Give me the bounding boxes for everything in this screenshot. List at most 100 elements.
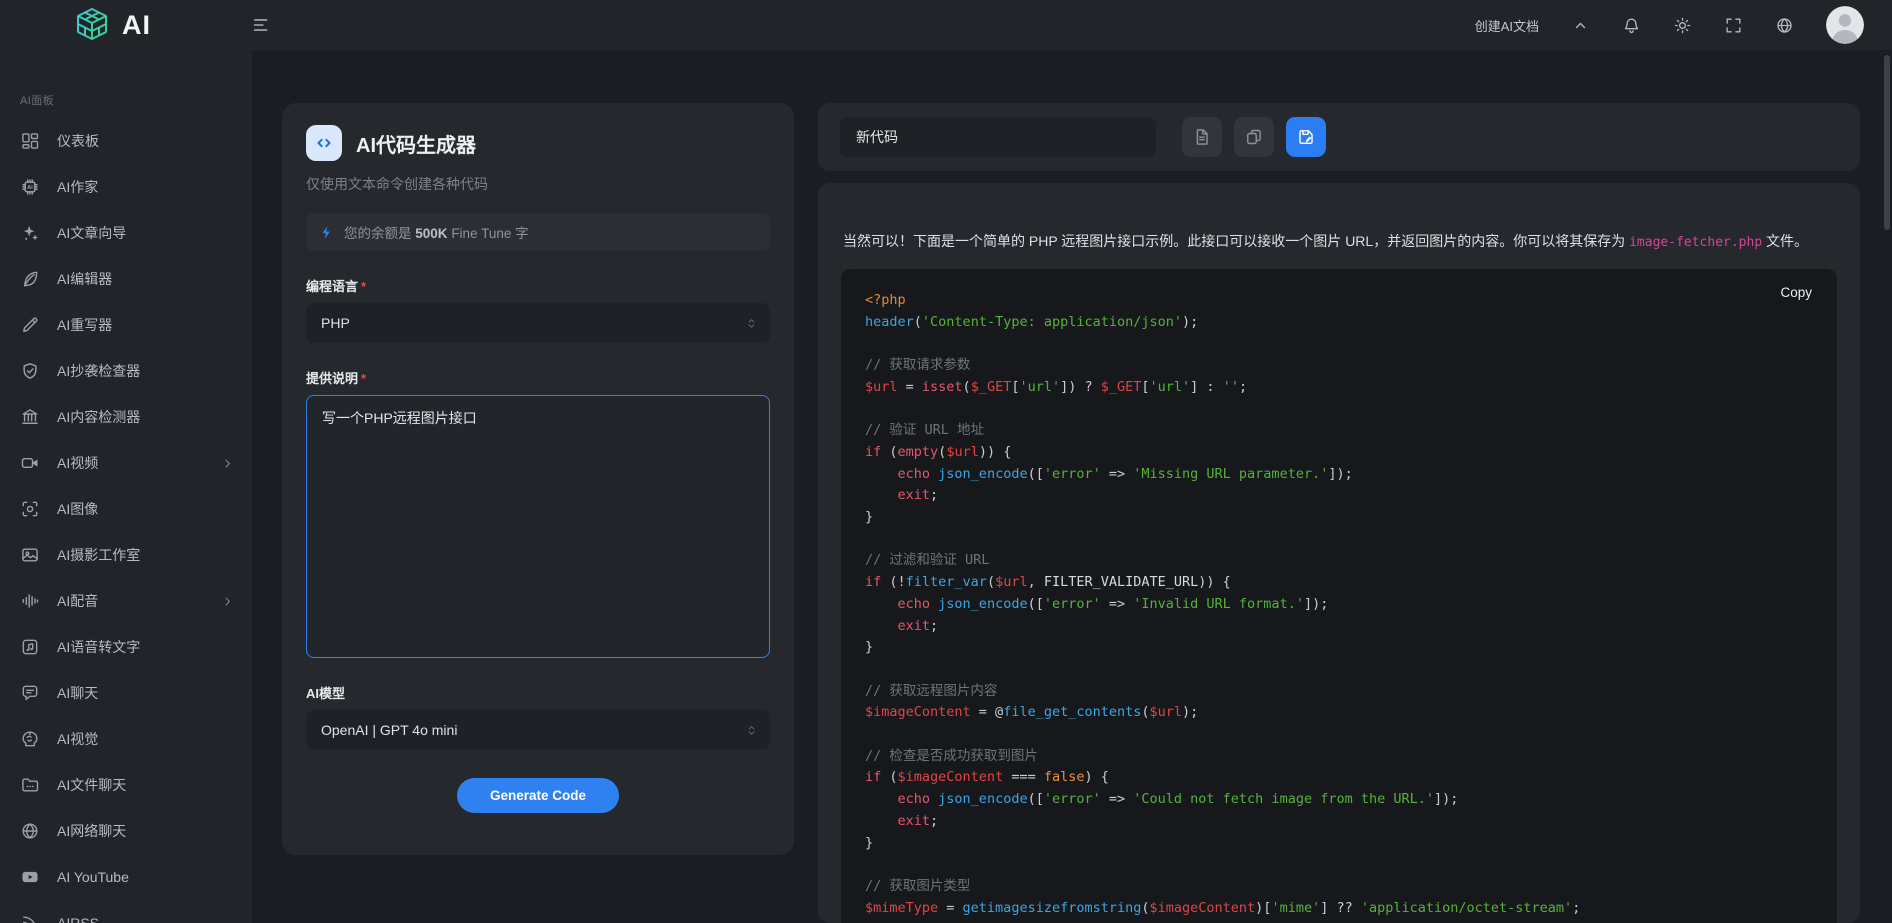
code-line: } <box>865 637 1813 659</box>
logo-cube-icon <box>72 5 112 45</box>
code-content: <?phpheader('Content-Type: application/j… <box>865 290 1813 919</box>
sidebar-item-ai-writer[interactable]: AI AI作家 <box>0 164 252 210</box>
language-globe-icon[interactable] <box>1775 16 1794 35</box>
youtube-icon <box>20 867 40 887</box>
code-line: } <box>865 833 1813 855</box>
sidebar-item-label: AI内容检测器 <box>57 407 140 427</box>
code-line: // 获取图片类型 <box>865 876 1813 898</box>
sidebar-item-label: AI网络聊天 <box>57 821 126 841</box>
code-line: if ($imageContent === false) { <box>865 767 1813 789</box>
main-content: AI代码生成器 仅使用文本命令创建各种代码 您的余额是 500K Fine Tu… <box>252 50 1892 923</box>
focus-icon <box>20 499 40 519</box>
page-subtitle: 仅使用文本命令创建各种代码 <box>306 174 770 194</box>
sidebar-item-label: AI图像 <box>57 499 98 519</box>
sidebar-item-ai-rss[interactable]: AIRSS <box>0 900 252 923</box>
sidebar-item-ai-photo-studio[interactable]: AI摄影工作室 <box>0 532 252 578</box>
sidebar-item-ai-image[interactable]: AI图像 <box>0 486 252 532</box>
rss-icon <box>20 913 40 923</box>
sidebar-item-ai-article-wizard[interactable]: AI文章向导 <box>0 210 252 256</box>
sidebar-item-label: AI聊天 <box>57 683 98 703</box>
sidebar-section-label: AI面板 <box>20 92 252 108</box>
pencil-icon <box>20 315 40 335</box>
sidebar-item-label: AI语音转文字 <box>57 637 140 657</box>
code-line <box>865 529 1813 551</box>
theme-sun-icon[interactable] <box>1673 16 1692 35</box>
code-line <box>865 333 1813 355</box>
app-logo[interactable]: AI <box>72 5 151 45</box>
sidebar-item-ai-content-detector[interactable]: AI内容检测器 <box>0 394 252 440</box>
sidebar-item-label: AI视频 <box>57 453 98 473</box>
page-scrollbar-thumb[interactable] <box>1884 55 1890 230</box>
lightning-bolt-icon <box>319 225 334 240</box>
language-select-value: PHP <box>321 315 350 331</box>
chat-icon <box>20 683 40 703</box>
code-line: // 检查是否成功获取到图片 <box>865 746 1813 768</box>
waveform-icon <box>20 591 40 611</box>
sidebar-item-label: AI配音 <box>57 591 98 611</box>
sidebar-item-ai-web-chat[interactable]: AI网络聊天 <box>0 808 252 854</box>
sidebar-item-dashboard[interactable]: 仪表板 <box>0 118 252 164</box>
grid-icon <box>20 131 40 151</box>
save-button[interactable] <box>1286 117 1326 157</box>
code-line: // 获取远程图片内容 <box>865 681 1813 703</box>
video-icon <box>20 453 40 473</box>
page-title: AI代码生成器 <box>356 129 476 158</box>
chip-icon: AI <box>20 177 40 197</box>
document-title-input[interactable] <box>840 117 1156 157</box>
code-generator-icon <box>306 125 342 161</box>
code-line: $imageContent = @file_get_contents($url)… <box>865 702 1813 724</box>
sidebar-item-ai-video[interactable]: AI视频 <box>0 440 252 486</box>
assistant-intro-text: 当然可以！下面是一个简单的 PHP 远程图片接口示例。此接口可以接收一个图片 U… <box>843 231 1837 253</box>
code-line: } <box>865 507 1813 529</box>
sidebar-toggle-button[interactable] <box>251 14 273 36</box>
sidebar-item-ai-editor[interactable]: AI编辑器 <box>0 256 252 302</box>
document-icon <box>1192 127 1212 147</box>
sidebar-item-label: 仪表板 <box>57 131 99 151</box>
language-select[interactable]: PHP <box>306 303 770 343</box>
sidebar-item-label: AI视觉 <box>57 729 98 749</box>
user-avatar[interactable] <box>1826 6 1864 44</box>
language-label: 编程语言* <box>306 276 770 295</box>
code-line: // 验证 URL 地址 <box>865 420 1813 442</box>
duplicate-button[interactable] <box>1234 117 1274 157</box>
create-doc-link[interactable]: 创建AI文档 <box>1475 16 1539 35</box>
brain-icon <box>20 729 40 749</box>
sidebar-item-ai-youtube[interactable]: AI YouTube <box>0 854 252 900</box>
sidebar-item-ai-plagiarism[interactable]: AI抄袭检查器 <box>0 348 252 394</box>
model-select-value: OpenAI | GPT 4o mini <box>321 722 457 738</box>
code-line: $mimeType = getimagesizefromstring($imag… <box>865 898 1813 920</box>
sidebar-item-label: AI作家 <box>57 177 98 197</box>
model-select[interactable]: OpenAI | GPT 4o mini <box>306 710 770 750</box>
chevron-right-icon <box>221 595 234 608</box>
model-label: AI模型 <box>306 683 770 702</box>
balance-text: 您的余额是 500K Fine Tune 字 <box>344 222 529 242</box>
code-line: exit; <box>865 811 1813 833</box>
chevron-up-icon[interactable] <box>1571 16 1590 35</box>
code-line: echo json_encode(['error' => 'Missing UR… <box>865 464 1813 486</box>
code-line: <?php <box>865 290 1813 312</box>
sidebar-item-label: AI YouTube <box>57 869 129 885</box>
select-arrows-icon <box>745 724 758 737</box>
sidebar-item-ai-chat[interactable]: AI聊天 <box>0 670 252 716</box>
copy-icon <box>1244 127 1264 147</box>
sidebar-item-ai-voiceover[interactable]: AI配音 <box>0 578 252 624</box>
sidebar-item-ai-rewriter[interactable]: AI重写器 <box>0 302 252 348</box>
code-line <box>865 659 1813 681</box>
generate-code-button[interactable]: Generate Code <box>457 778 619 813</box>
instructions-textarea[interactable]: 写一个PHP远程图片接口 <box>306 395 770 658</box>
sidebar: AI面板 仪表板 AI AI作家 AI文章向导AI编辑器 AI重写器 AI抄袭检查器 AI内… <box>0 50 252 923</box>
sidebar-item-label: AI重写器 <box>57 315 112 335</box>
new-document-button[interactable] <box>1182 117 1222 157</box>
save-icon <box>1296 127 1316 147</box>
sidebar-item-ai-file-chat[interactable]: AI文件聊天 <box>0 762 252 808</box>
sidebar-item-ai-vision[interactable]: AI视觉 <box>0 716 252 762</box>
code-line <box>865 724 1813 746</box>
select-arrows-icon <box>745 317 758 330</box>
sidebar-item-ai-speech-to-text[interactable]: AI语音转文字 <box>0 624 252 670</box>
copy-code-button[interactable]: Copy <box>1780 285 1812 300</box>
notifications-bell-icon[interactable] <box>1622 16 1641 35</box>
code-line <box>865 399 1813 421</box>
code-line: exit; <box>865 485 1813 507</box>
required-mark: * <box>361 371 366 386</box>
fullscreen-icon[interactable] <box>1724 16 1743 35</box>
